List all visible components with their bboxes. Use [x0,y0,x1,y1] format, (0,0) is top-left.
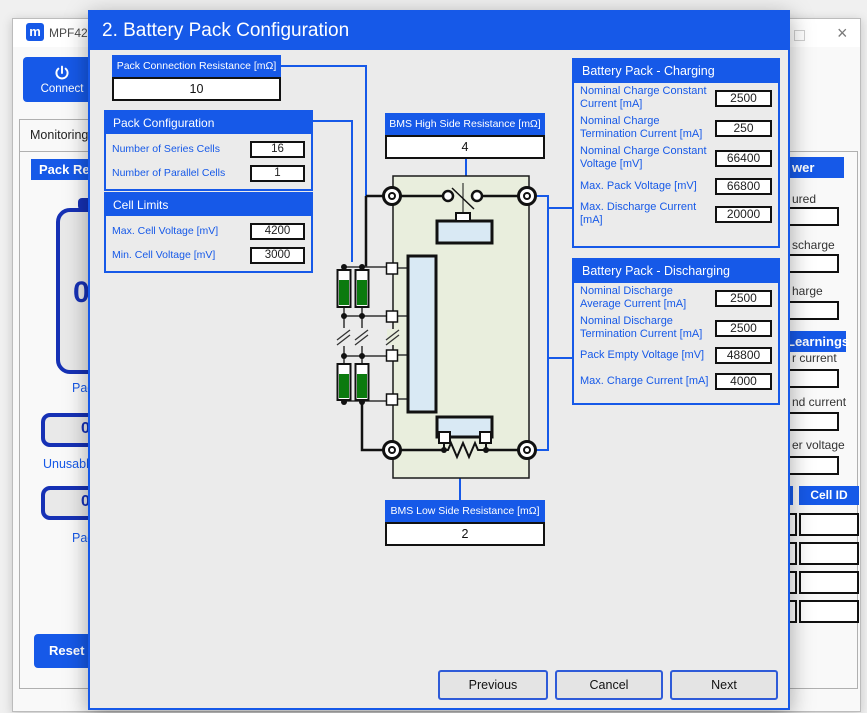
param-row: Nominal Charge Termination Current [mA] … [574,113,778,143]
param-row: Nominal Charge Constant Voltage [mV] 664… [574,143,778,173]
max-charge-current-label: Max. Charge Current [mA] [580,375,715,388]
power-icon [54,65,70,81]
battery-pack-charging-panel: Battery Pack - Charging Nominal Charge C… [572,58,780,248]
current2-label: nd current [792,395,846,409]
power-section-header-label: wer [792,160,814,175]
param-row: Pack Empty Voltage [mV] 48800 [574,343,778,367]
maximize-icon[interactable] [794,30,805,41]
dialog-title: 2. Battery Pack Configuration [90,12,788,50]
param-row: Nominal Discharge Average Current [mA] 2… [574,283,778,313]
close-icon[interactable]: × [837,22,848,44]
pack-configuration-panel: Pack Configuration Number of Series Cell… [104,110,313,191]
nominal-discharge-average-current-label: Nominal Discharge Average Current [mA] [580,285,715,311]
cell-table-cell[interactable] [799,513,859,536]
pack-connection-resistance-label: Pack Connection Resistance [mΩ] [112,55,281,77]
discharging-panel-title: Battery Pack - Discharging [574,260,778,283]
bms-high-side-input[interactable]: 4 [385,135,545,159]
learnings-section-header-label: Learnings [787,334,849,349]
config-row: Min. Cell Voltage [mV] 3000 [112,243,305,267]
previous-button[interactable]: Previous [438,670,548,700]
nominal-discharge-termination-current-input[interactable]: 2500 [715,320,772,337]
max-discharge-current-input[interactable]: 20000 [715,206,772,223]
afe-chip [408,256,436,412]
battery-pack-discharging-panel: Battery Pack - Discharging Nominal Disch… [572,258,780,405]
pack-configuration-title: Pack Configuration [106,112,311,134]
nominal-discharge-termination-current-label: Nominal Discharge Termination Current [m… [580,315,715,341]
cell-table-cell[interactable] [799,600,859,623]
mps-logo-icon: m [26,23,44,41]
cell-limits-title: Cell Limits [106,194,311,216]
max-pack-voltage-input[interactable]: 66800 [715,178,772,195]
current1-label: r current [792,351,837,365]
config-row: Max. Cell Voltage [mV] 4200 [112,219,305,243]
break-marks [336,328,400,346]
nominal-discharge-average-current-input[interactable]: 2500 [715,290,772,307]
pack-empty-voltage-label: Pack Empty Voltage [mV] [580,349,715,362]
next-button[interactable]: Next [670,670,778,700]
param-row: Max. Pack Voltage [mV] 66800 [574,173,778,199]
cancel-button[interactable]: Cancel [555,670,663,700]
parallel-cells-input[interactable]: 1 [250,165,305,182]
param-row: Max. Discharge Current [mA] 20000 [574,199,778,229]
min-cell-voltage-label: Min. Cell Voltage [mV] [112,249,250,261]
voltage-label: er voltage [792,438,845,452]
cell-table-cell[interactable] [799,571,859,594]
pack-connection-resistance-input[interactable]: 10 [112,77,281,101]
bms-low-side-input[interactable]: 2 [385,522,545,546]
charge-label: harge [792,284,823,298]
unusable-gauge-label: Unusabl [43,457,89,471]
nominal-charge-constant-voltage-input[interactable]: 66400 [715,150,772,167]
pack-empty-voltage-input[interactable]: 48800 [715,347,772,364]
connect-button-label: Connect [41,83,84,95]
nominal-charge-constant-current-input[interactable]: 2500 [715,90,772,107]
cell-id-column-header: Cell ID [799,486,859,505]
param-row: Nominal Charge Constant Current [mA] 250… [574,83,778,113]
param-row: Nominal Discharge Termination Current [m… [574,313,778,343]
config-row: Number of Series Cells 16 [112,137,305,161]
max-cell-voltage-label: Max. Cell Voltage [mV] [112,225,250,237]
measured-label: ured [792,192,816,206]
nominal-charge-constant-voltage-label: Nominal Charge Constant Voltage [mV] [580,145,715,171]
cell-limits-panel: Cell Limits Max. Cell Voltage [mV] 4200 … [104,192,313,273]
parallel-cells-label: Number of Parallel Cells [112,167,250,179]
charging-panel-title: Battery Pack - Charging [574,60,778,83]
bms-high-side-label: BMS High Side Resistance [mΩ] [385,113,545,135]
config-row: Number of Parallel Cells 1 [112,161,305,185]
series-cells-input[interactable]: 16 [250,141,305,158]
series-cells-label: Number of Series Cells [112,143,250,155]
discharge-label: scharge [792,238,835,252]
battery-pack-configuration-dialog: 2. Battery Pack Configuration [88,10,790,710]
min-cell-voltage-input[interactable]: 3000 [250,247,305,264]
max-discharge-current-label: Max. Discharge Current [mA] [580,201,715,227]
nominal-charge-constant-current-label: Nominal Charge Constant Current [mA] [580,85,715,111]
max-charge-current-input[interactable]: 4000 [715,373,772,390]
max-cell-voltage-input[interactable]: 4200 [250,223,305,240]
max-pack-voltage-label: Max. Pack Voltage [mV] [580,180,715,193]
bms-low-side-label: BMS Low Side Resistance [mΩ] [385,500,545,522]
nominal-charge-termination-current-label: Nominal Charge Termination Current [mA] [580,115,715,141]
param-row: Max. Charge Current [mA] 4000 [574,367,778,396]
cell-table-cell[interactable] [799,542,859,565]
nominal-charge-termination-current-input[interactable]: 250 [715,120,772,137]
desktop: { "colors": { "accent_blue": "#1659e8", … [0,0,867,713]
fet-component [437,221,492,243]
